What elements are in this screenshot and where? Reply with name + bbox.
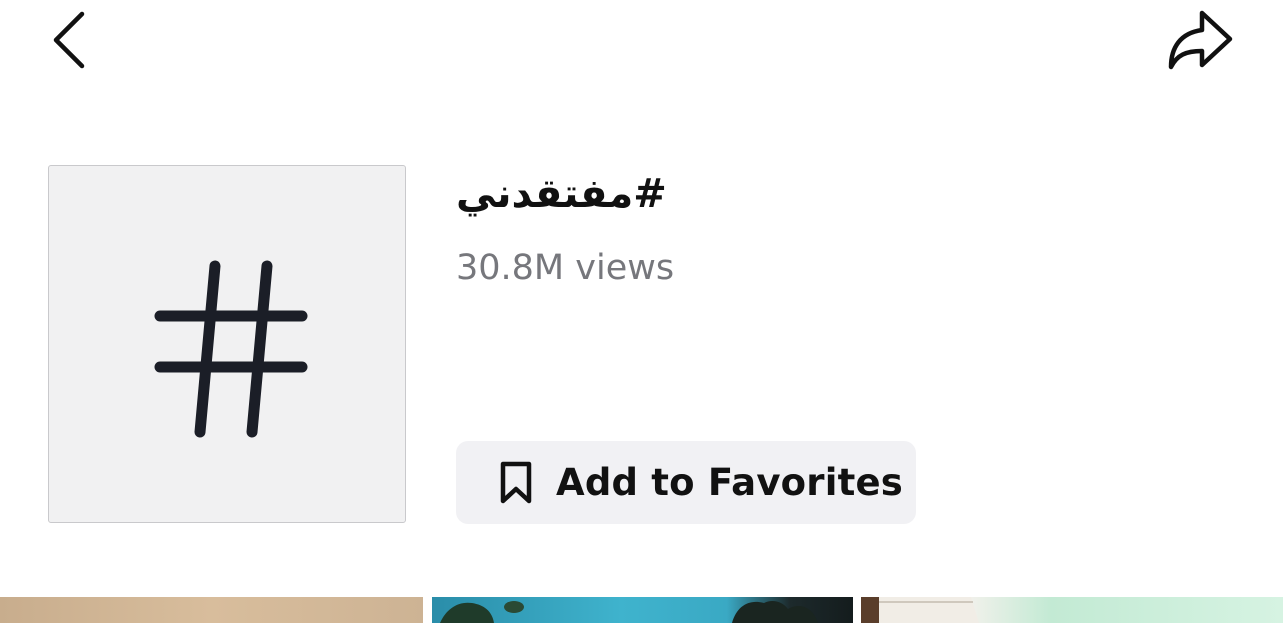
add-to-favorites-label: Add to Favorites [556,461,904,504]
share-button[interactable] [1162,6,1238,74]
foliage-graphic [440,601,818,623]
hashtag-title: #مفتقدني [456,171,667,217]
chevron-left-icon [53,11,85,69]
back-button[interactable] [46,8,94,72]
hashtag-icon [154,260,308,438]
hashtag-tile [48,165,406,523]
view-count: 30.8M views [456,248,675,288]
video-thumbnail[interactable] [861,597,1283,623]
building-graphic [861,597,979,623]
hashtag-page: #مفتقدني 30.8M views Add to Favorites [0,0,1283,623]
add-to-favorites-button[interactable]: Add to Favorites [456,441,916,524]
share-arrow-icon [1168,10,1233,70]
bookmark-icon [500,461,532,504]
video-thumbnail[interactable] [0,597,423,623]
video-thumbnail[interactable] [432,597,853,623]
video-grid [0,597,1283,623]
